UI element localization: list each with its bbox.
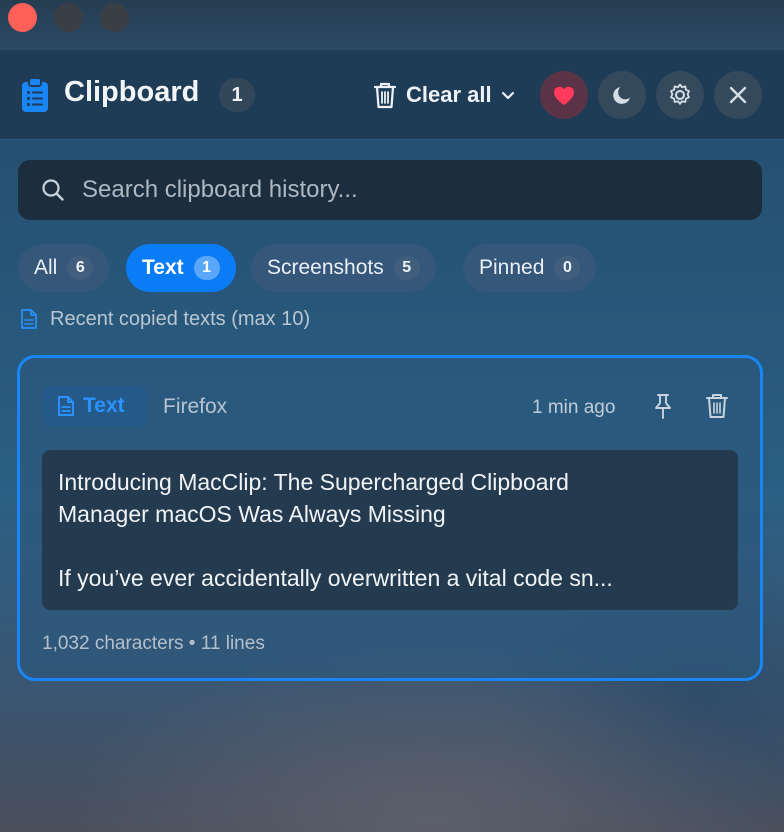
trash-icon [373, 82, 397, 109]
timestamp: 1 min ago [532, 397, 616, 418]
settings-button[interactable] [656, 71, 704, 119]
tab-count: 0 [554, 256, 581, 280]
preview-line: If you’ve ever accidentally overwritten … [58, 565, 613, 591]
text-preview: Introducing MacClip: The Supercharged Cl… [42, 450, 738, 610]
source-app: Firefox [163, 395, 228, 418]
favorite-button[interactable] [540, 71, 588, 119]
preview-line: Introducing MacClip: The Supercharged Cl… [58, 469, 569, 495]
section-note: Recent copied texts (max 10) [20, 306, 310, 332]
heart-icon [554, 86, 574, 105]
section-note-label: Recent copied texts (max 10) [50, 307, 311, 330]
close-panel-button[interactable] [714, 71, 762, 119]
item-count-badge: 1 [219, 78, 255, 112]
preview-line [58, 530, 722, 562]
gear-icon [670, 83, 690, 105]
clear-all-label: Clear all [406, 82, 492, 107]
close-icon [729, 86, 747, 104]
chevron-down-icon [501, 91, 514, 100]
tab-text[interactable]: Text 1 [126, 244, 236, 292]
tab-pinned[interactable]: Pinned 0 [463, 244, 597, 292]
tab-label: Pinned [479, 256, 545, 279]
preview-line: Manager macOS Was Always Missing [58, 501, 446, 527]
pin-icon[interactable] [650, 392, 676, 420]
app-header: Clipboard 1 Clear all [0, 50, 784, 140]
document-icon [58, 396, 74, 416]
trash-icon[interactable] [704, 392, 730, 420]
window-minimize-button[interactable] [54, 3, 83, 32]
type-badge-label: Text [83, 394, 125, 417]
clipboard-item-card[interactable]: Text Firefox 1 min ago Introducing MacCl… [17, 355, 763, 681]
tab-all[interactable]: All 6 [18, 244, 110, 292]
search-bar [18, 160, 762, 220]
clear-all-button[interactable]: Clear all [372, 77, 516, 113]
document-icon [21, 309, 37, 329]
window-zoom-button[interactable] [100, 3, 129, 32]
item-meta: 1,032 characters • 11 lines [42, 633, 265, 654]
tab-label: All [34, 256, 58, 279]
window-titlebar [0, 0, 784, 50]
tab-count: 1 [193, 256, 220, 280]
dark-mode-button[interactable] [598, 71, 646, 119]
tab-screenshots[interactable]: Screenshots 5 [251, 244, 436, 292]
tab-label: Text [142, 256, 184, 279]
tab-count: 6 [67, 256, 94, 280]
moon-icon [613, 87, 630, 104]
tab-count: 5 [393, 256, 420, 280]
search-icon [42, 179, 64, 201]
window-close-button[interactable] [8, 3, 37, 32]
type-badge: Text [43, 386, 147, 426]
clipboard-icon [22, 77, 48, 112]
tab-label: Screenshots [267, 256, 384, 279]
app-title: Clipboard [64, 76, 200, 108]
search-input[interactable] [82, 172, 742, 208]
